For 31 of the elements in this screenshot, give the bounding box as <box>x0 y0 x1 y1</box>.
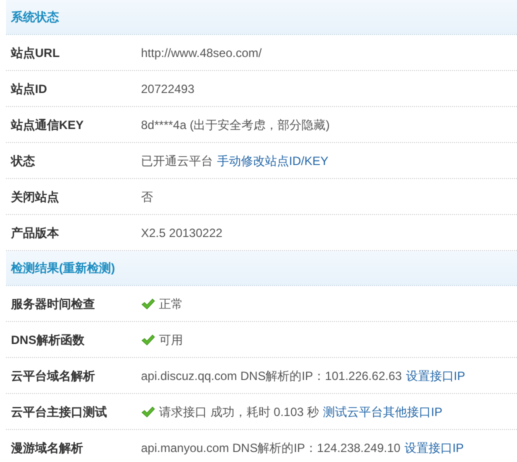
section-title: 检测结果(重新检测) <box>11 260 115 277</box>
row-label: DNS解析函数 <box>10 332 86 348</box>
link[interactable]: 测试云平台其他接口IP <box>323 402 442 420</box>
row-value: 8d****4a (出于安全考虑，部分隐藏) <box>141 116 330 134</box>
section-title: 系统状态 <box>11 9 59 26</box>
check-icon <box>141 298 155 310</box>
row-value: X2.5 20130222 <box>141 224 222 242</box>
link[interactable]: 设置接口IP <box>404 438 464 456</box>
check-icon <box>141 406 155 418</box>
row-value: http://www.48seo.com/ <box>141 44 262 62</box>
row-label: 漫游域名解析 <box>10 440 84 456</box>
row-value: 20722493 <box>141 80 194 98</box>
row-label: 云平台主接口测试 <box>10 404 108 420</box>
row-value: 已开通云平台 <box>141 152 213 170</box>
row-label: 状态 <box>10 152 36 170</box>
link[interactable]: 设置接口IP <box>406 366 466 384</box>
row-value: 正常 <box>159 296 183 312</box>
check-icon <box>141 334 155 346</box>
row-value: api.discuz.qq.com DNS解析的IP：101.226.62.63 <box>141 368 402 384</box>
row-label: 站点通信KEY <box>10 116 85 134</box>
row-value: 请求接口 成功，耗时 0.103 秒 <box>159 404 320 420</box>
row-label: 站点URL <box>10 44 61 62</box>
row-label: 产品版本 <box>10 224 60 242</box>
row-label: 云平台域名解析 <box>10 368 96 384</box>
link[interactable]: 手动修改站点ID/KEY <box>217 152 328 170</box>
row-label: 服务器时间检查 <box>10 296 96 312</box>
row-value: 否 <box>141 188 153 206</box>
row-value: 可用 <box>159 332 183 348</box>
row-label: 关闭站点 <box>10 188 60 206</box>
row-label: 站点ID <box>10 80 48 98</box>
row-value: api.manyou.com DNS解析的IP：124.238.249.10 <box>141 440 400 456</box>
